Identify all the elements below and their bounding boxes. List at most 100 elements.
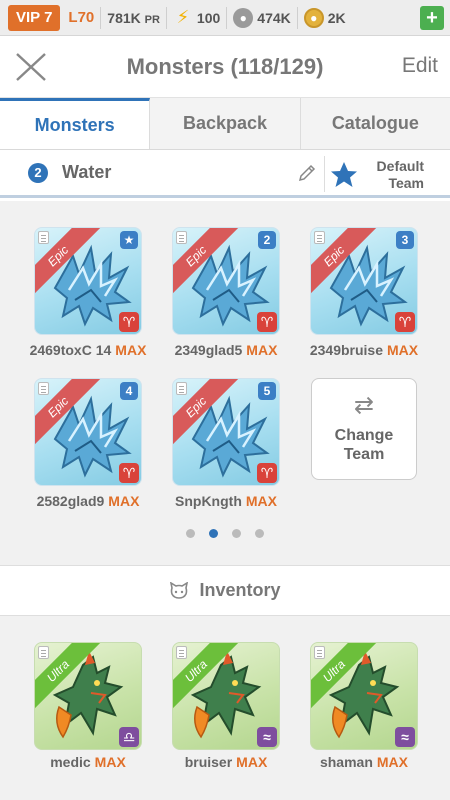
power-rating-unit: PR <box>144 13 160 26</box>
max-label: MAX <box>387 342 419 358</box>
monster-name: SnpKngth MAX <box>156 493 296 509</box>
tab-monsters[interactable]: Monsters <box>0 98 151 149</box>
monster-card[interactable]: Ultra ≈ <box>310 642 418 750</box>
info-icon[interactable] <box>314 231 325 244</box>
element-icon: ≈ <box>257 727 277 747</box>
pagination-dot[interactable] <box>232 529 241 538</box>
team-slot-badge: 5 <box>258 382 276 400</box>
monster-name-text: SnpKngth <box>175 493 242 509</box>
info-icon[interactable] <box>38 646 49 659</box>
monster-name: shaman MAX <box>294 754 434 770</box>
info-icon[interactable] <box>314 646 325 659</box>
food-value: 474K <box>257 9 291 26</box>
energy-value: 100 <box>196 9 221 26</box>
team-slot-badge: 3 <box>396 231 414 249</box>
tab-backpack[interactable]: Backpack <box>150 98 301 149</box>
inventory-area: Ultra ♎ medic MAX Ultra ≈ bruiser MAX Ultra ≈ sham… <box>0 616 450 800</box>
change-team-button[interactable]: ⇄ Change Team <box>311 378 417 480</box>
monster-card[interactable]: Epic 3 ♈ <box>310 227 418 335</box>
monster-name: 2469toxC 14 MAX <box>18 342 158 358</box>
team-slot-badge: ★ <box>120 231 138 249</box>
pencil-icon[interactable] <box>296 162 318 184</box>
status-bar: VIP 7 L70 781K PR ⚡ 100 ● 474K ● 2K + <box>0 0 450 36</box>
energy-counter[interactable]: ⚡ 100 <box>173 7 221 28</box>
pagination-dot[interactable] <box>186 529 195 538</box>
gold-counter[interactable]: ● 2K <box>303 7 346 28</box>
monster-card[interactable]: Epic 2 ♈ <box>172 227 280 335</box>
add-currency-button[interactable]: + <box>420 6 444 30</box>
header: Monsters (118/129) Edit <box>0 36 450 98</box>
gold-value: 2K <box>327 9 346 26</box>
monster-name: bruiser MAX <box>156 754 296 770</box>
element-icon: ♎ <box>119 727 139 747</box>
monster-card[interactable]: Ultra ≈ <box>172 642 280 750</box>
divider <box>296 6 298 29</box>
element-icon: ♈ <box>257 463 277 483</box>
max-label: MAX <box>94 754 126 770</box>
element-icon: ≈ <box>395 727 415 747</box>
monster-name: 2349bruise MAX <box>294 342 434 358</box>
max-label: MAX <box>246 342 278 358</box>
max-label: MAX <box>108 493 140 509</box>
change-team-line1: Change <box>334 427 394 444</box>
default-team-label-line1: Default <box>376 158 424 174</box>
info-icon[interactable] <box>176 646 187 659</box>
monster-name-text: 2469toxC 14 <box>29 342 112 358</box>
max-label: MAX <box>376 754 409 770</box>
page-title: Monsters (118/129) <box>126 53 324 79</box>
element-icon: ♈ <box>395 312 415 332</box>
element-icon: ♈ <box>119 463 139 483</box>
change-team-label: Change Team <box>335 426 394 464</box>
info-icon[interactable] <box>38 382 49 395</box>
monster-name: medic MAX <box>18 754 158 770</box>
close-icon[interactable] <box>14 52 48 82</box>
monster-name-text: shaman <box>319 754 373 770</box>
divider <box>100 6 102 29</box>
team-slot-badge: 4 <box>120 382 138 400</box>
tab-bar: Monsters Backpack Catalogue <box>0 98 450 150</box>
inventory-title: Inventory <box>199 580 281 600</box>
default-team-label-line2: Team <box>388 175 424 191</box>
default-team-button[interactable]: Default Team <box>377 158 424 192</box>
element-icon: ♈ <box>257 312 277 332</box>
star-icon[interactable] <box>329 160 359 190</box>
monster-name-text: 2349glad5 <box>174 342 243 358</box>
element-icon: ♈ <box>119 312 139 332</box>
power-rating: 781K PR <box>107 10 160 26</box>
player-level: L70 <box>68 9 95 26</box>
coin-icon: ● <box>303 7 324 28</box>
edit-button[interactable]: Edit <box>402 54 438 78</box>
monster-name-text: medic <box>50 754 91 770</box>
team-name: Water <box>62 162 112 182</box>
divider <box>324 156 325 192</box>
pagination-dot[interactable] <box>255 529 264 538</box>
tab-catalogue[interactable]: Catalogue <box>301 98 450 149</box>
info-icon[interactable] <box>38 231 49 244</box>
monster-name-text: 2349bruise <box>309 342 384 358</box>
change-team-line2: Team <box>343 446 385 463</box>
max-label: MAX <box>236 754 268 770</box>
food-counter[interactable]: ● 474K <box>233 7 291 28</box>
info-icon[interactable] <box>176 231 187 244</box>
monster-name: 2349glad5 MAX <box>156 342 296 358</box>
vip-badge[interactable]: VIP 7 <box>8 4 61 31</box>
monster-card[interactable]: Epic 4 ♈ <box>34 378 142 486</box>
monster-name-text: 2582glad9 <box>36 493 105 509</box>
power-rating-value: 781K <box>107 9 141 26</box>
paw-icon: ● <box>233 7 254 28</box>
team-number-badge: 2 <box>28 162 48 183</box>
team-area: Epic ★ ♈ 2469toxC 14 MAX Epic 2 ♈ 2349glad5 MAX Ep… <box>0 201 450 566</box>
monster-name-text: bruiser <box>184 754 233 770</box>
max-label: MAX <box>115 342 147 358</box>
lightning-icon: ⚡ <box>176 7 190 27</box>
info-icon[interactable] <box>176 382 187 395</box>
monster-name: 2582glad9 MAX <box>18 493 158 509</box>
monster-card[interactable]: Epic 5 ♈ <box>172 378 280 486</box>
pagination-dots <box>0 529 450 538</box>
swap-arrows-icon: ⇄ <box>353 392 375 419</box>
team-slot-badge: 2 <box>258 231 276 249</box>
pagination-dot[interactable] <box>209 529 218 538</box>
monster-card[interactable]: Ultra ♎ <box>34 642 142 750</box>
monster-face-icon <box>170 581 189 599</box>
monster-card[interactable]: Epic ★ ♈ <box>34 227 142 335</box>
